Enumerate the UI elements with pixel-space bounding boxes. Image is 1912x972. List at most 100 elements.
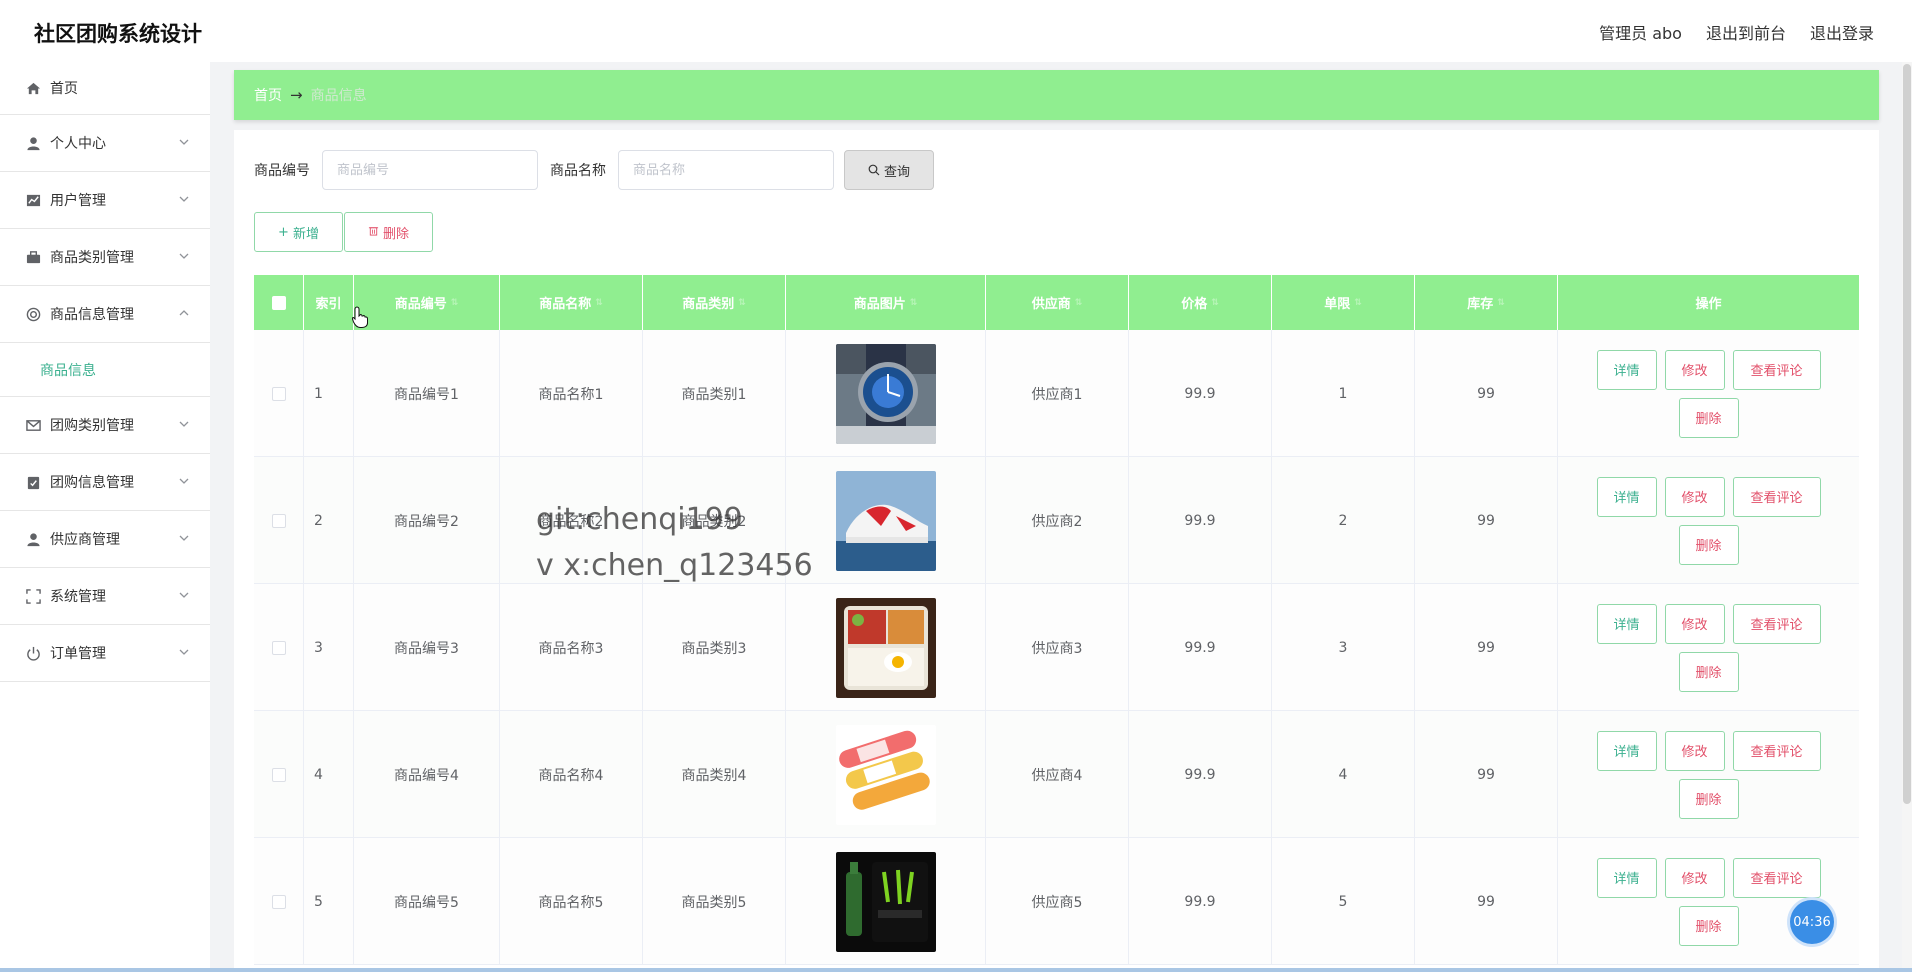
back-to-front-link[interactable]: 退出到前台 xyxy=(1706,20,1786,44)
col-header-name[interactable]: 商品名称 ⇅ xyxy=(500,275,643,330)
product-image-drink[interactable] xyxy=(835,851,936,952)
logout-link[interactable]: 退出登录 xyxy=(1810,20,1874,44)
breadcrumb-home[interactable]: 首页 xyxy=(254,85,282,105)
admin-user-label[interactable]: 管理员 abo xyxy=(1599,20,1682,44)
limit-cell: 2 xyxy=(1272,457,1415,584)
sidebar-item-group-info[interactable]: 团购信息管理 xyxy=(0,454,210,511)
actions-cell: 详情 修改 查看评论 删除 xyxy=(1558,711,1859,838)
add-button[interactable]: + 新增 xyxy=(254,212,343,252)
main-content: 商品编号 商品名称 查询 + 新增 删除 索引 商品编号⇅ 商品名称⇅ 商品类别… xyxy=(234,130,1879,972)
product-image-bento[interactable] xyxy=(835,597,936,698)
col-header-category[interactable]: 商品类别 ⇅ xyxy=(643,275,786,330)
actions-cell: 详情 修改 查看评论 删除 xyxy=(1558,330,1859,457)
product-image-snack[interactable] xyxy=(835,724,936,825)
sidebar-item-product-category[interactable]: 商品类别管理 xyxy=(0,229,210,286)
product-name-input[interactable] xyxy=(618,150,834,190)
col-header-label: 库存 xyxy=(1467,297,1494,312)
sort-icon: ⇅ xyxy=(1074,297,1083,308)
col-header-price[interactable]: 价格 ⇅ xyxy=(1129,275,1272,330)
col-header-stock[interactable]: 库存 ⇅ xyxy=(1415,275,1558,330)
select-all-checkbox[interactable] xyxy=(271,295,286,310)
edit-button[interactable]: 修改 xyxy=(1664,730,1725,771)
supplier-cell: 供应商3 xyxy=(986,584,1129,711)
product-code-input[interactable] xyxy=(322,150,538,190)
view-reviews-button[interactable]: 查看评论 xyxy=(1732,603,1821,644)
view-reviews-button[interactable]: 查看评论 xyxy=(1732,349,1821,390)
delete-button[interactable]: 删除 xyxy=(1678,905,1739,946)
edit-button[interactable]: 修改 xyxy=(1664,476,1725,517)
vertical-scrollbar[interactable] xyxy=(1902,62,1912,972)
sidebar-item-home[interactable]: 首页 xyxy=(0,62,210,115)
stock-cell: 99 xyxy=(1415,330,1558,457)
trash-icon xyxy=(368,225,379,240)
col-header-index[interactable]: 索引 xyxy=(304,275,354,330)
sort-icon: ⇅ xyxy=(1354,297,1362,308)
col-header-label: 商品编号 xyxy=(394,297,447,312)
sidebar-item-label: 供应商管理 xyxy=(50,532,120,548)
chevron-down-icon xyxy=(179,478,189,484)
detail-button[interactable]: 详情 xyxy=(1596,730,1657,771)
sidebar-item-product-info[interactable]: 商品信息管理 xyxy=(0,286,210,343)
name-cell: 商品名称4 xyxy=(500,711,643,838)
index-cell: 2 xyxy=(304,457,354,584)
sidebar-item-label: 商品类别管理 xyxy=(50,250,134,266)
scrollbar-thumb[interactable] xyxy=(1903,64,1911,804)
row-checkbox[interactable] xyxy=(271,513,286,528)
search-icon xyxy=(868,164,880,176)
chevron-up-icon xyxy=(179,310,189,316)
edit-button[interactable]: 修改 xyxy=(1664,349,1725,390)
col-header-supplier[interactable]: 供应商 ⇅ xyxy=(986,275,1129,330)
col-header-label: 价格 xyxy=(1181,297,1208,312)
sidebar-item-system[interactable]: 系统管理 xyxy=(0,568,210,625)
select-all-cell xyxy=(254,275,304,330)
image-cell xyxy=(786,457,986,584)
view-reviews-button[interactable]: 查看评论 xyxy=(1732,857,1821,898)
col-header-image[interactable]: 商品图片 ⇅ xyxy=(786,275,986,330)
sidebar-item-supplier[interactable]: 供应商管理 xyxy=(0,511,210,568)
name-cell: 商品名称1 xyxy=(500,330,643,457)
col-header-code[interactable]: 商品编号 ⇅ xyxy=(354,275,500,330)
detail-button[interactable]: 详情 xyxy=(1596,476,1657,517)
stock-cell: 99 xyxy=(1415,584,1558,711)
category-cell: 商品类别5 xyxy=(643,838,786,965)
delete-button[interactable]: 删除 xyxy=(1678,778,1739,819)
stock-cell: 99 xyxy=(1415,711,1558,838)
delete-button[interactable]: 删除 xyxy=(1678,651,1739,692)
row-checkbox[interactable] xyxy=(271,767,286,782)
category-cell: 商品类别2 xyxy=(643,457,786,584)
col-header-limit[interactable]: 单限 ⇅ xyxy=(1272,275,1415,330)
sidebar-item-profile[interactable]: 个人中心 xyxy=(0,115,210,172)
code-cell: 商品编号3 xyxy=(354,584,500,711)
edit-button[interactable]: 修改 xyxy=(1664,857,1725,898)
table-header: 索引 商品编号 ⇅ 商品名称 ⇅ 商品类别 ⇅ 商品图片 ⇅ 供应商 ⇅ 价格 ⇅ 单限 ⇅ … xyxy=(254,275,1859,330)
view-reviews-button[interactable]: 查看评论 xyxy=(1732,730,1821,771)
edit-button[interactable]: 修改 xyxy=(1664,603,1725,644)
name-cell: 商品名称2 xyxy=(500,457,643,584)
row-checkbox[interactable] xyxy=(271,386,286,401)
sidebar-subitem-product-info[interactable]: 商品信息 xyxy=(0,343,210,397)
col-header-label: 供应商 xyxy=(1031,297,1071,312)
search-form: 商品编号 商品名称 查询 xyxy=(254,150,934,190)
sort-icon: ⇅ xyxy=(1211,297,1219,308)
batch-delete-button[interactable]: 删除 xyxy=(344,212,433,252)
col-header-label: 单限 xyxy=(1324,297,1351,312)
detail-button[interactable]: 详情 xyxy=(1596,857,1657,898)
product-image-watch[interactable] xyxy=(835,343,936,444)
breadcrumb-current: 商品信息 xyxy=(310,88,367,104)
detail-button[interactable]: 详情 xyxy=(1596,603,1657,644)
sidebar-item-group-category[interactable]: 团购类别管理 xyxy=(0,397,210,454)
view-reviews-button[interactable]: 查看评论 xyxy=(1732,476,1821,517)
delete-button[interactable]: 删除 xyxy=(1678,524,1739,565)
limit-cell: 3 xyxy=(1272,584,1415,711)
sidebar-item-orders[interactable]: 订单管理 xyxy=(0,625,210,682)
query-button-label: 查询 xyxy=(883,164,910,180)
supplier-cell: 供应商2 xyxy=(986,457,1129,584)
query-button[interactable]: 查询 xyxy=(844,150,934,190)
row-checkbox[interactable] xyxy=(271,640,286,655)
row-select-cell xyxy=(254,584,304,711)
delete-button[interactable]: 删除 xyxy=(1678,397,1739,438)
sidebar-item-users[interactable]: 用户管理 xyxy=(0,172,210,229)
row-checkbox[interactable] xyxy=(271,894,286,909)
product-image-shoe[interactable] xyxy=(835,470,936,571)
detail-button[interactable]: 详情 xyxy=(1596,349,1657,390)
